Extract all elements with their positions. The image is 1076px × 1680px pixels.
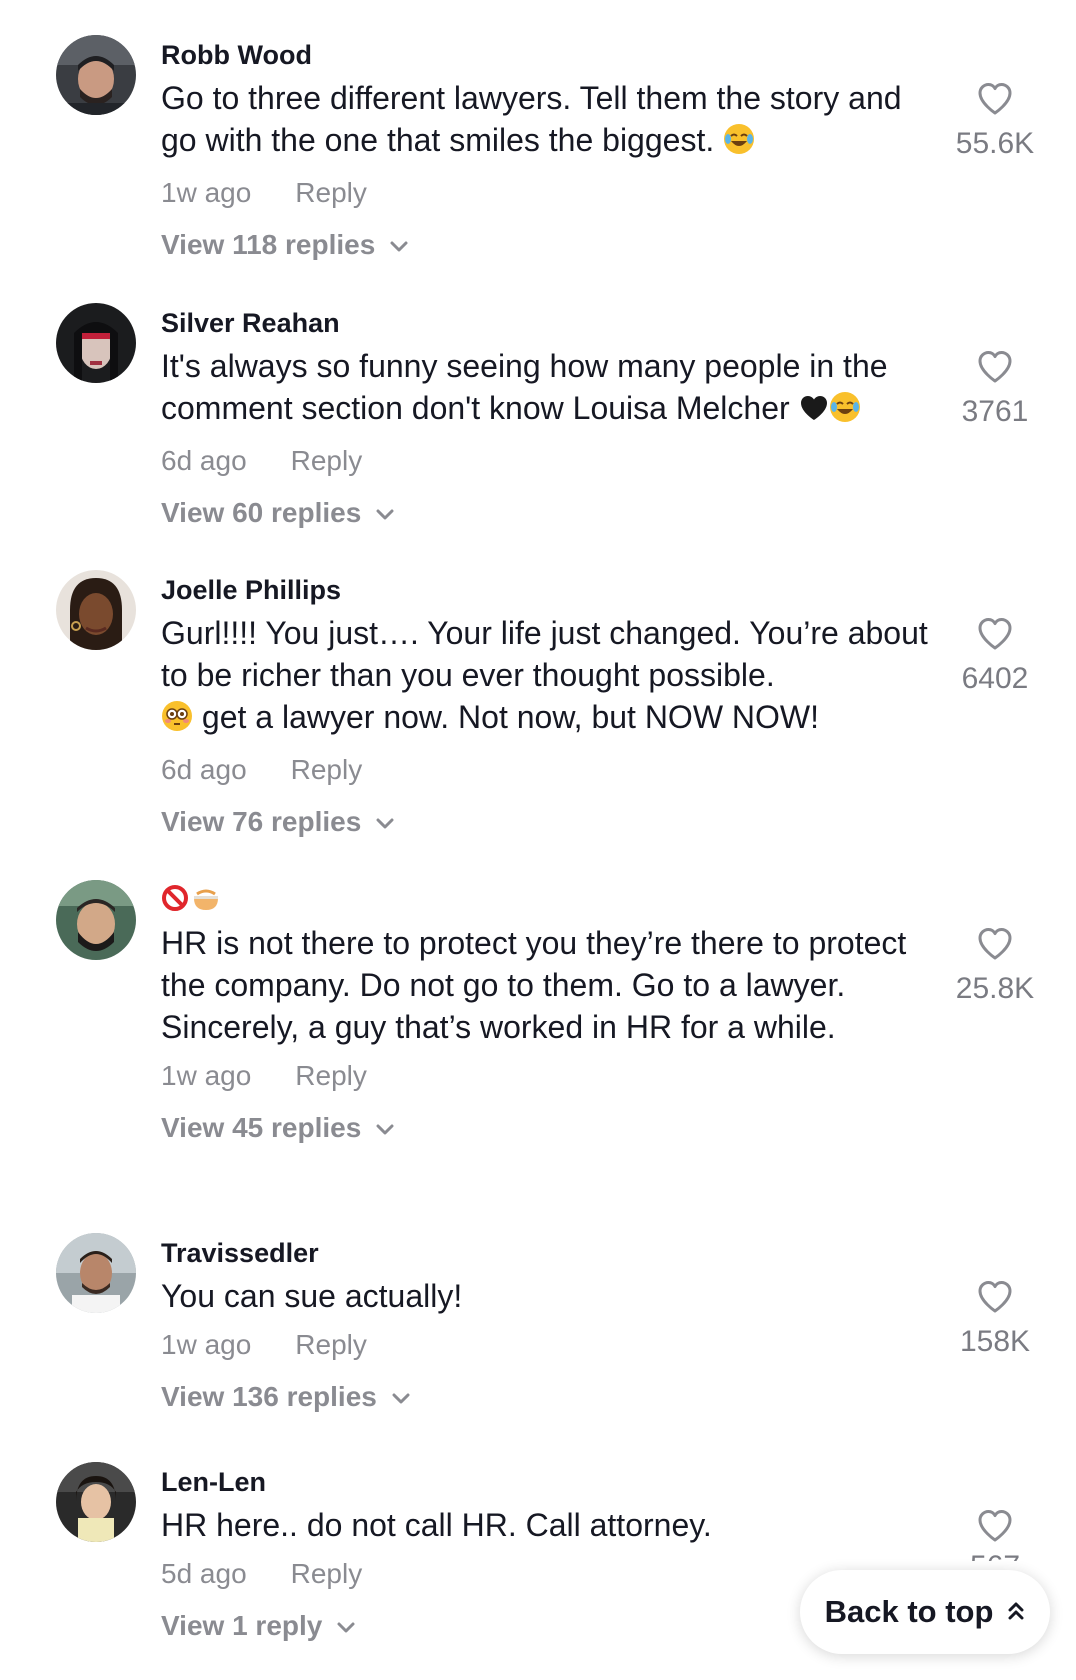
comment-text: It's always so funny seeing how many peo… xyxy=(161,345,931,433)
comment-username[interactable]: Travissedler xyxy=(161,1235,931,1271)
like-count: 6402 xyxy=(961,662,1029,695)
heart-icon[interactable] xyxy=(976,615,1014,653)
reply-button[interactable]: Reply xyxy=(295,177,367,208)
like-area: 3761 xyxy=(940,348,1050,430)
chevron-down-icon xyxy=(375,493,395,533)
heart-icon[interactable] xyxy=(976,80,1014,118)
chevron-down-icon xyxy=(375,1108,395,1148)
comment-text-content: Go to three different lawyers. Tell them… xyxy=(161,80,902,158)
comment-username[interactable]: Joelle Phillips xyxy=(161,572,931,608)
avatar[interactable] xyxy=(56,303,136,383)
heart-icon[interactable] xyxy=(976,1507,1014,1545)
avatar[interactable] xyxy=(56,35,136,115)
like-area: 55.6K xyxy=(940,80,1050,162)
heart-icon[interactable] xyxy=(976,348,1014,386)
flushed-face-emoji-icon xyxy=(161,700,193,742)
reply-button[interactable]: Reply xyxy=(291,445,363,476)
comment-text: Go to three different lawyers. Tell them… xyxy=(161,77,931,165)
like-area xyxy=(940,1507,1050,1545)
comment-text: HR here.. do not call HR. Call attorney. xyxy=(161,1507,712,1543)
chevron-down-icon xyxy=(391,1377,411,1417)
chevron-down-icon xyxy=(336,1606,356,1646)
chevron-down-icon xyxy=(389,225,409,265)
comment-username[interactable]: Len-Len xyxy=(161,1464,931,1500)
view-replies-button[interactable]: View 118 replies xyxy=(161,225,409,265)
view-replies-label: View 60 replies xyxy=(161,497,362,528)
laughing-crying-emoji-icon xyxy=(723,123,755,165)
like-count: 3761 xyxy=(961,395,1029,428)
heart-icon[interactable] xyxy=(976,925,1014,963)
reply-button[interactable]: Reply xyxy=(291,754,363,785)
back-to-top-label: Back to top xyxy=(824,1594,994,1629)
comment-text: You can sue actually! xyxy=(161,1278,463,1314)
prohibited-icon xyxy=(161,884,189,917)
bowl-icon xyxy=(191,884,221,917)
like-count: 158K xyxy=(959,1325,1031,1358)
comment-username[interactable] xyxy=(161,882,931,918)
comment-meta: 6d ago Reply xyxy=(161,750,931,790)
view-replies-button[interactable]: View 136 replies xyxy=(161,1377,411,1417)
like-area: 6402 xyxy=(940,615,1050,697)
comment-text: Gurl!!!! You just…. Your life just chang… xyxy=(161,612,931,742)
back-to-top-button[interactable]: Back to top xyxy=(800,1570,1050,1654)
comment-time: 6d ago xyxy=(161,754,247,785)
comment-meta: 1w ago Reply xyxy=(161,1056,931,1096)
view-replies-button[interactable]: View 45 replies xyxy=(161,1108,395,1148)
view-replies-label: View 118 replies xyxy=(161,229,376,260)
like-count: 567 xyxy=(940,1549,1050,1561)
view-replies-label: View 45 replies xyxy=(161,1112,362,1143)
comment-time: 6d ago xyxy=(161,445,247,476)
avatar[interactable] xyxy=(56,880,136,960)
reply-button[interactable]: Reply xyxy=(291,1558,363,1589)
like-area: 158K xyxy=(940,1278,1050,1360)
comment-username[interactable]: Robb Wood xyxy=(161,37,931,73)
comment-time: 1w ago xyxy=(161,1329,252,1360)
view-replies-label: View 1 reply xyxy=(161,1610,323,1641)
reply-button[interactable]: Reply xyxy=(295,1060,367,1091)
comment-username[interactable]: Silver Reahan xyxy=(161,305,931,341)
avatar[interactable] xyxy=(56,1462,136,1542)
view-replies-button[interactable]: View 60 replies xyxy=(161,493,395,533)
view-replies-label: View 136 replies xyxy=(161,1381,377,1412)
heart-icon[interactable] xyxy=(976,1278,1014,1316)
comment-text-content: get a lawyer now. Not now, but NOW NOW! xyxy=(201,699,819,735)
like-count: 55.6K xyxy=(955,127,1035,160)
comment-text-content: It's always so funny seeing how many peo… xyxy=(161,348,888,426)
black-heart-emoji-icon xyxy=(799,391,829,433)
avatar[interactable] xyxy=(56,1233,136,1313)
like-area: 25.8K xyxy=(940,925,1050,1007)
like-count: 25.8K xyxy=(955,972,1035,1005)
view-replies-button[interactable]: View 1 reply xyxy=(161,1606,356,1646)
comment-time: 5d ago xyxy=(161,1558,247,1589)
view-replies-button[interactable]: View 76 replies xyxy=(161,802,395,842)
comment-time: 1w ago xyxy=(161,1060,252,1091)
comment-meta: 6d ago Reply xyxy=(161,441,931,481)
laughing-crying-emoji-icon xyxy=(829,391,861,433)
double-chevron-up-icon xyxy=(1007,1594,1025,1630)
avatar[interactable] xyxy=(56,570,136,650)
comment-meta: 1w ago Reply xyxy=(161,1325,931,1365)
comment-text: HR is not there to protect you they’re t… xyxy=(161,925,907,1045)
comment-meta: 1w ago Reply xyxy=(161,173,931,213)
comment-time: 1w ago xyxy=(161,177,252,208)
view-replies-label: View 76 replies xyxy=(161,806,362,837)
comment-text-content: Gurl!!!! You just…. Your life just chang… xyxy=(161,615,928,693)
chevron-down-icon xyxy=(375,802,395,842)
reply-button[interactable]: Reply xyxy=(295,1329,367,1360)
